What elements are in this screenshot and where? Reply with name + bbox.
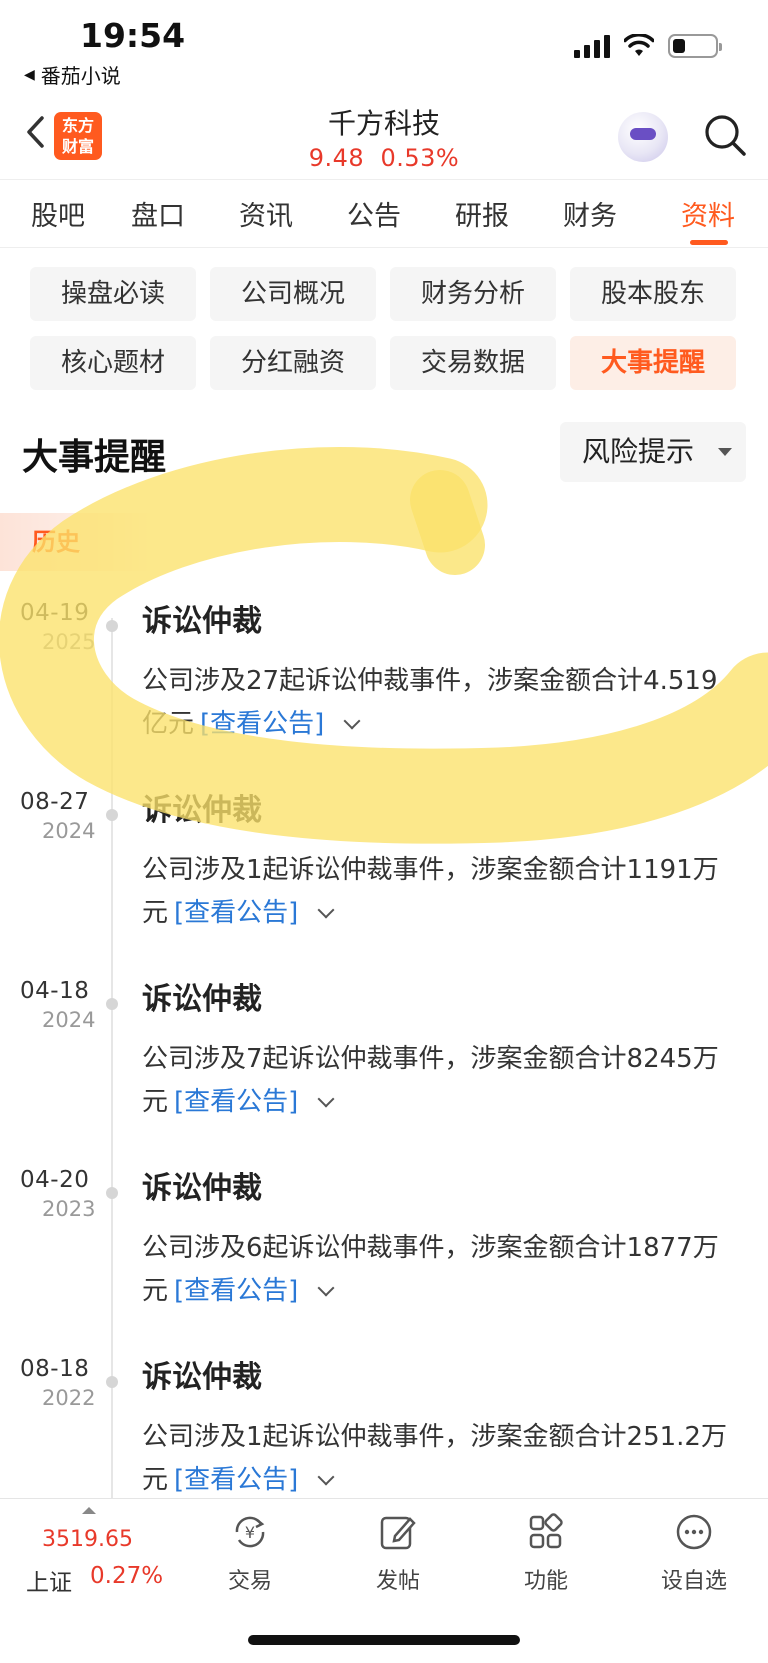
trade-yen-icon: ¥	[235, 1516, 265, 1548]
back-to-app-link[interactable]: ◀ 番茄小说	[24, 60, 121, 89]
nav-functions-label: 功能	[523, 1569, 568, 1594]
index-name: 上证	[26, 1570, 72, 1596]
back-app-label: 番茄小说	[40, 64, 121, 88]
event-title: 诉讼仲裁	[142, 982, 262, 1017]
tab-research[interactable]: 研报	[442, 194, 522, 233]
expand-chevron-icon[interactable]	[317, 901, 335, 919]
tab-profile[interactable]: 资料	[668, 194, 748, 245]
subtab-major-events[interactable]: 大事提醒	[570, 336, 736, 390]
event-date: 04-19	[20, 600, 90, 626]
expand-chevron-icon[interactable]	[343, 712, 361, 730]
index-value: 3519.65	[42, 1527, 133, 1552]
event-year: 2024	[42, 819, 96, 843]
subtab-shareholders[interactable]: 股本股东	[570, 267, 736, 321]
battery-level	[673, 39, 685, 53]
cellular-signal-icon	[574, 34, 610, 58]
nav-post-label: 发帖	[375, 1569, 420, 1594]
nav-post[interactable]: 发帖	[343, 1511, 453, 1595]
timeline-line	[111, 618, 113, 1498]
event-description: 公司涉及6起诉讼仲裁事件，涉案金额合计1877万元 [查看公告]	[142, 1227, 732, 1313]
event-title: 诉讼仲裁	[142, 1171, 262, 1206]
event-description: 公司涉及7起诉讼仲裁事件，涉案金额合计8245万元 [查看公告]	[142, 1038, 732, 1124]
event-description: 公司涉及1起诉讼仲裁事件，涉案金额合计251.2万元 [查看公告]	[142, 1416, 732, 1502]
timeline-dot	[106, 1187, 118, 1199]
svg-text:¥: ¥	[245, 1523, 255, 1542]
compose-icon	[380, 1516, 416, 1550]
tab-news[interactable]: 资讯	[226, 194, 306, 233]
nav-trade[interactable]: ¥ 交易	[195, 1511, 305, 1595]
stock-change-pct: 0.53%	[380, 144, 460, 172]
nav-add-watchlist-label: 设自选	[660, 1569, 727, 1594]
index-change-pct: 0.27%	[90, 1563, 164, 1589]
back-triangle-icon: ◀	[24, 66, 35, 83]
event-year: 2025	[42, 630, 96, 654]
active-tab-indicator	[690, 240, 728, 245]
event-date: 04-20	[20, 1167, 90, 1193]
event-year: 2022	[42, 1386, 96, 1410]
main-tabs: 股吧 盘口 资讯 公告 研报 财务 资料	[0, 180, 768, 248]
event-title: 诉讼仲裁	[142, 793, 262, 828]
filter-label: 风险提示	[582, 435, 695, 468]
section-title: 大事提醒	[22, 437, 167, 478]
tab-finance[interactable]: 财务	[550, 194, 630, 233]
event-description: 公司涉及27起诉讼仲裁事件，涉案金额合计4.519亿元 [查看公告]	[142, 660, 732, 746]
subtab-trading-guide[interactable]: 操盘必读	[30, 267, 196, 321]
status-bar: 19:54 ◀ 番茄小说	[0, 0, 768, 90]
subtab-core-themes[interactable]: 核心题材	[30, 336, 196, 390]
expand-chevron-icon[interactable]	[317, 1090, 335, 1108]
expand-chevron-icon[interactable]	[317, 1468, 335, 1486]
expand-up-icon	[82, 1507, 96, 1514]
view-announcement-link[interactable]: [查看公告]	[174, 898, 298, 928]
risk-filter-dropdown[interactable]: 风险提示	[560, 422, 746, 482]
timeline-dot	[106, 620, 118, 632]
timeline-dot	[106, 1376, 118, 1388]
wifi-icon	[624, 34, 654, 56]
battery-icon	[668, 34, 722, 58]
nav-functions[interactable]: 功能	[491, 1511, 601, 1595]
index-ticker[interactable]: 3519.65 上证 0.27%	[26, 1499, 176, 1619]
view-announcement-link[interactable]: [查看公告]	[174, 1276, 298, 1306]
status-icons	[574, 34, 722, 58]
search-icon[interactable]	[702, 112, 748, 158]
nav-add-watchlist[interactable]: 设自选	[639, 1511, 749, 1595]
timeline-dot	[106, 998, 118, 1010]
history-label: 历史	[0, 513, 160, 571]
event-year: 2024	[42, 1008, 96, 1032]
view-announcement-link[interactable]: [查看公告]	[174, 1465, 298, 1495]
tab-guba[interactable]: 股吧	[18, 194, 98, 233]
timeline-dot	[106, 809, 118, 821]
status-time: 19:54	[80, 16, 186, 55]
view-announcement-link[interactable]: [查看公告]	[174, 1087, 298, 1117]
event-date: 08-27	[20, 789, 90, 815]
home-indicator[interactable]	[248, 1635, 520, 1645]
event-year: 2023	[42, 1197, 96, 1221]
tab-pankou[interactable]: 盘口	[118, 194, 198, 233]
subtab-dividend-financing[interactable]: 分红融资	[210, 336, 376, 390]
stock-header: 东方 财富 千方科技 9.48 0.53%	[0, 90, 768, 180]
subtab-financial-analysis[interactable]: 财务分析	[390, 267, 556, 321]
view-announcement-link[interactable]: [查看公告]	[200, 709, 324, 739]
stock-price: 9.48	[308, 144, 365, 172]
apps-grid-icon	[529, 1513, 563, 1549]
tab-profile-label: 资料	[681, 201, 735, 232]
expand-chevron-icon[interactable]	[317, 1279, 335, 1297]
event-date: 08-18	[20, 1356, 90, 1382]
subtab-company-overview[interactable]: 公司概况	[210, 267, 376, 321]
event-title: 诉讼仲裁	[142, 604, 262, 639]
nav-trade-label: 交易	[227, 1569, 272, 1594]
event-title: 诉讼仲裁	[142, 1360, 262, 1395]
caret-down-icon	[718, 448, 732, 456]
more-dots-icon	[676, 1514, 712, 1550]
subtab-trading-data[interactable]: 交易数据	[390, 336, 556, 390]
event-description: 公司涉及1起诉讼仲裁事件，涉案金额合计1191万元 [查看公告]	[142, 849, 732, 935]
robot-assistant-icon[interactable]	[618, 112, 668, 162]
tab-announcements[interactable]: 公告	[334, 194, 414, 233]
event-date: 04-18	[20, 978, 90, 1004]
